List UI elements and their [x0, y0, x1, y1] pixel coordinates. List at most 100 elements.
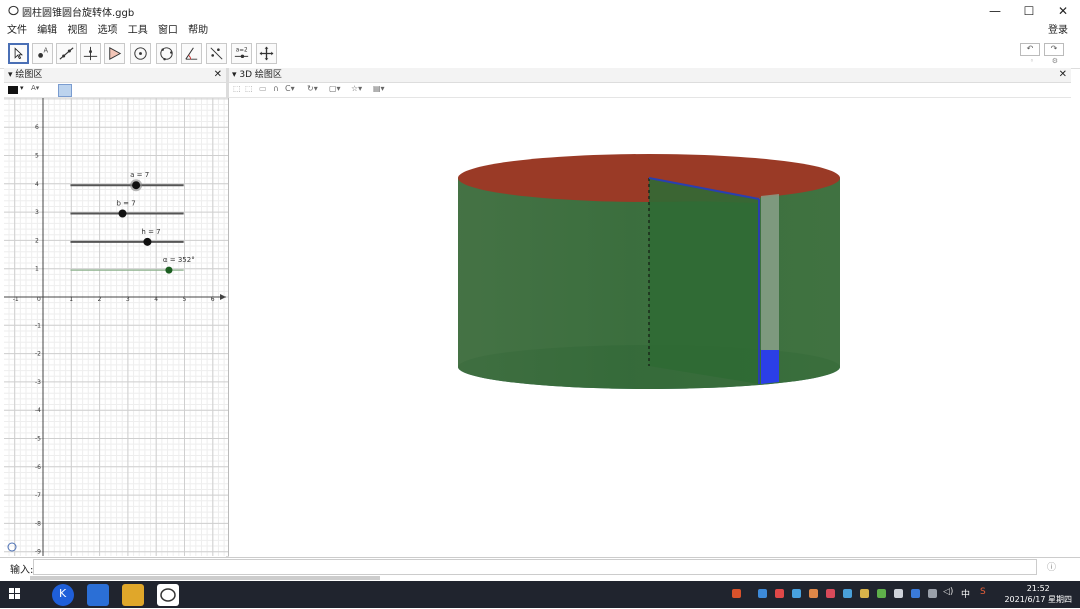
horizontal-scrollbar[interactable] [30, 576, 380, 580]
perpendicular-tool-button[interactable] [80, 43, 101, 64]
view3d-panel-close-icon[interactable]: ✕ [1059, 68, 1067, 82]
tray-sogou-icon[interactable] [732, 589, 741, 598]
tray-usb-icon[interactable] [894, 589, 903, 598]
tray-shield-icon[interactable] [792, 589, 801, 598]
x-tick-label: -1 [13, 296, 19, 303]
circle-tool-button[interactable] [130, 43, 151, 64]
tray-app-icon[interactable] [911, 589, 920, 598]
x-tick-label: 4 [154, 296, 158, 303]
clock-time: 21:52 [1026, 584, 1050, 593]
grid-toggle-icon[interactable]: ⬚ [245, 84, 253, 93]
angle-tool-button[interactable] [181, 43, 202, 64]
circle-three-points-icon [160, 47, 173, 61]
slider-icon: a=2 [234, 48, 249, 59]
plane-toggle-icon[interactable]: ▭ [259, 84, 267, 93]
input-field[interactable] [33, 559, 1037, 575]
color-dropdown-icon[interactable]: ▾ [20, 84, 24, 92]
y-tick-label: -8 [35, 520, 41, 527]
panel-collapse-icon[interactable]: ▾ [8, 70, 13, 80]
view3d-style-bar: ⬚ ⬚ ▭ ∩ C▾ ↻▾ ▢▾ ☆▾ ▤▾ [229, 83, 1071, 98]
rotate-view-icon[interactable]: C▾ [285, 84, 295, 93]
video-meeting-app-icon[interactable] [87, 584, 109, 606]
standard-view-icon[interactable]: ▤▾ [373, 84, 385, 93]
panel-collapse-icon[interactable]: ▾ [232, 70, 237, 80]
graphics-panel-close-icon[interactable]: ✕ [214, 68, 222, 82]
view-direction-icon[interactable]: ▢▾ [329, 84, 341, 93]
view3d-panel-header: ▾ 3D 绘图区 ✕ [229, 68, 1071, 83]
move-tool-button[interactable] [8, 43, 29, 64]
input-bar: 输入: ⓘ [0, 557, 1080, 576]
y-tick-label: 4 [35, 181, 39, 188]
y-tick-label: 1 [35, 266, 39, 273]
projection-icon[interactable]: ☆▾ [351, 84, 362, 93]
clock-date: 2021/6/17 星期四 [1004, 595, 1072, 604]
tray-sogou-indicator[interactable]: S [980, 587, 986, 597]
pin-toggle-icon[interactable] [58, 84, 72, 97]
angle-icon [185, 47, 198, 60]
tray-app-icon[interactable] [826, 589, 835, 598]
menu-tools[interactable]: 工具 [128, 22, 148, 40]
maximize-button[interactable]: ☐ [1012, 0, 1046, 22]
move-view-tool-button[interactable] [256, 43, 277, 64]
tray-network-icon[interactable] [928, 589, 937, 598]
geogebra-task-icon[interactable] [157, 584, 179, 606]
graphics-view[interactable]: -1 0 1 2 3 4 5 6 6 5 4 3 2 1 -1 -2 -3 -4 -5 -6 -7 -8 -9 a = 7 b … [4, 98, 229, 556]
axes-toggle-icon[interactable]: ⬚ [233, 84, 241, 93]
y-tick-label: -7 [35, 492, 41, 499]
minimize-button[interactable]: — [978, 0, 1012, 22]
graphics-3d-view[interactable] [229, 98, 1071, 556]
slider-knob [143, 237, 152, 246]
line-tool-button[interactable] [56, 43, 77, 64]
graphics-panel-title: 绘图区 [15, 70, 43, 80]
animate-rotation-icon[interactable]: ↻▾ [307, 84, 318, 93]
input-help-icon[interactable]: ⓘ [1047, 560, 1056, 573]
toolbar: A a=2 [0, 40, 1080, 69]
clipping-icon[interactable]: ∩ [273, 84, 279, 93]
menu-options[interactable]: 选项 [98, 22, 118, 40]
menu-file[interactable]: 文件 [7, 22, 27, 40]
y-tick-label: -2 [35, 351, 41, 358]
point-tool-button[interactable]: A [32, 43, 53, 64]
perpendicular-line-icon [83, 46, 98, 61]
windows-start-icon[interactable] [9, 588, 21, 600]
tray-app-icon[interactable] [860, 589, 869, 598]
tray-ime-indicator[interactable]: 中 [961, 587, 970, 600]
tray-app-icon[interactable] [809, 589, 818, 598]
menu-view[interactable]: 视图 [67, 22, 87, 40]
x-tick-label: 6 [211, 296, 215, 303]
tray-app-icon[interactable] [775, 589, 784, 598]
menu-edit[interactable]: 编辑 [37, 22, 57, 40]
circle-three-points-tool-button[interactable] [156, 43, 177, 64]
file-explorer-icon[interactable] [122, 584, 144, 606]
menu-help[interactable]: 帮助 [188, 22, 208, 40]
menu-window[interactable]: 窗口 [158, 22, 178, 40]
move-view-cross-icon [259, 46, 274, 61]
tray-nvidia-icon[interactable] [877, 589, 886, 598]
view3d-panel-title: 3D 绘图区 [239, 70, 282, 80]
redo-button[interactable]: ↷ [1044, 43, 1064, 56]
slider-label: h = 7 [141, 228, 160, 236]
close-button[interactable]: ✕ [1046, 0, 1080, 22]
taskbar: K ◁) 中 S 21:52 2021/6/17 星期四 [0, 581, 1080, 608]
kugou-app-icon[interactable]: K [52, 584, 74, 606]
tray-app-icon[interactable] [843, 589, 852, 598]
slider-label: α = 352° [163, 256, 195, 264]
help-icon[interactable]: ◦ [1030, 57, 1034, 65]
login-link[interactable]: 登录 [1048, 22, 1068, 40]
slider-tool-button[interactable]: a=2 [231, 43, 252, 64]
cylinder-3d-canvas[interactable] [229, 98, 1071, 556]
line-icon [59, 47, 74, 60]
settings-gear-icon[interactable]: ⚙ [1052, 57, 1058, 65]
reflect-line-icon [210, 47, 223, 60]
polygon-tool-button[interactable] [104, 43, 125, 64]
label-style-icon[interactable]: A▾ [31, 84, 39, 92]
x-tick-label: 5 [183, 296, 187, 303]
color-swatch-icon[interactable] [8, 86, 18, 94]
system-clock[interactable]: 21:52 2021/6/17 星期四 [1004, 583, 1072, 605]
undo-button[interactable]: ↶ [1020, 43, 1040, 56]
tray-app-icon[interactable] [758, 589, 767, 598]
reflect-tool-button[interactable] [206, 43, 227, 64]
graphics-canvas[interactable]: -1 0 1 2 3 4 5 6 6 5 4 3 2 1 -1 -2 -3 -4 -5 -6 -7 -8 -9 a = 7 b … [4, 98, 228, 556]
tray-volume-icon[interactable]: ◁) [943, 587, 953, 597]
y-tick-label: 6 [35, 124, 39, 131]
